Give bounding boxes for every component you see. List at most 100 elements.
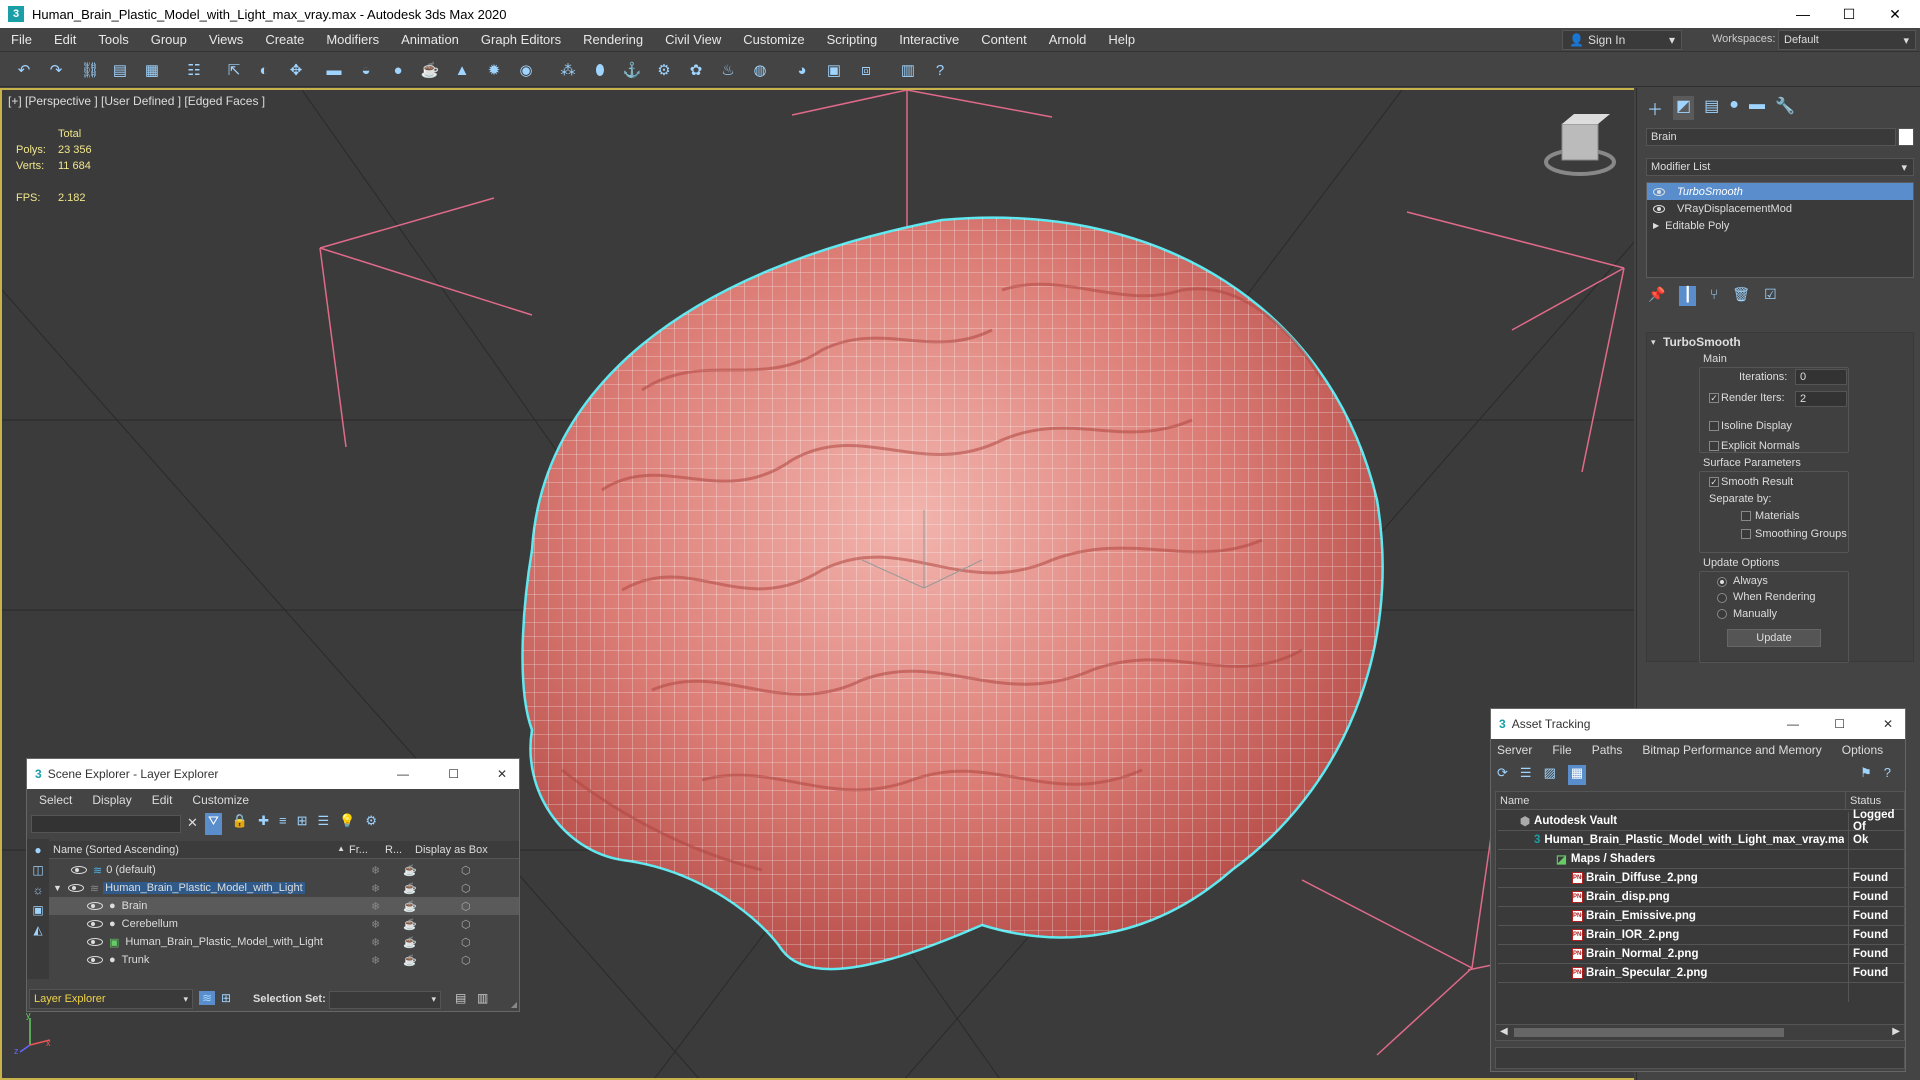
freeze-icon[interactable]: ❄ bbox=[371, 864, 380, 877]
asset-row[interactable]: 3 Human_Brain_Plastic_Model_with_Light_m… bbox=[1498, 830, 1906, 850]
sphere-icon[interactable]: ● bbox=[386, 58, 410, 82]
smoothing-groups-checkbox[interactable] bbox=[1741, 529, 1751, 539]
sort-cameras-icon[interactable]: ▣ bbox=[32, 903, 43, 917]
layers-mode-icon[interactable]: ≋ bbox=[199, 991, 216, 1005]
teapot-icon[interactable]: ☕ bbox=[418, 58, 442, 82]
menu-options[interactable]: Options bbox=[1832, 743, 1893, 757]
menu-modifiers[interactable]: Modifiers bbox=[315, 32, 390, 47]
sign-in-dropdown[interactable]: 👤 Sign In ▾ bbox=[1562, 30, 1682, 50]
fur-icon[interactable]: ✿ bbox=[684, 58, 708, 82]
menu-animation[interactable]: Animation bbox=[390, 32, 470, 47]
scene-explorer-titlebar[interactable]: 3 Scene Explorer - Layer Explorer — ☐ ✕ bbox=[27, 759, 519, 789]
undo-icon[interactable]: ↶ bbox=[12, 58, 36, 82]
add-to-layer-icon[interactable]: ≡ bbox=[279, 813, 287, 835]
thumbnail-view-icon[interactable]: ▨ bbox=[1544, 765, 1556, 785]
menu-interactive[interactable]: Interactive bbox=[888, 32, 970, 47]
select-object-icon[interactable]: ⇱ bbox=[222, 58, 246, 82]
asset-row[interactable]: PNG Brain_IOR_2.png Found bbox=[1498, 925, 1906, 945]
rollout-title[interactable]: TurboSmooth bbox=[1663, 335, 1741, 349]
filter-icon[interactable]: ⛛ bbox=[205, 813, 222, 835]
menu-customize[interactable]: Customize bbox=[182, 793, 259, 807]
bind-space-warp-icon[interactable]: ▦ bbox=[140, 58, 164, 82]
render-icon[interactable]: ☕ bbox=[403, 954, 417, 967]
menu-views[interactable]: Views bbox=[198, 32, 254, 47]
menu-edit[interactable]: Edit bbox=[43, 32, 87, 47]
menu-civil-view[interactable]: Civil View bbox=[654, 32, 732, 47]
eye-icon[interactable] bbox=[1653, 187, 1665, 196]
light-icon[interactable]: 💡 bbox=[339, 813, 355, 835]
hierarchy-tab-icon[interactable]: ▤ bbox=[1704, 96, 1719, 120]
resize-grip-icon[interactable]: ◢ bbox=[511, 1000, 517, 1009]
update-button[interactable]: Update bbox=[1727, 629, 1821, 647]
rollout-collapse-icon[interactable]: ▾ bbox=[1651, 337, 1656, 348]
minimize-button[interactable]: — bbox=[1780, 0, 1826, 28]
redo-icon[interactable]: ↷ bbox=[44, 58, 68, 82]
modify-tab-icon[interactable]: ◩ bbox=[1673, 96, 1695, 120]
box-icon[interactable]: ▬ bbox=[322, 58, 346, 82]
edit-selection-set-icon[interactable]: ▤ bbox=[455, 991, 466, 1005]
eye-icon[interactable] bbox=[87, 902, 103, 910]
menu-tools[interactable]: Tools bbox=[87, 32, 139, 47]
menu-paths[interactable]: Paths bbox=[1582, 743, 1633, 757]
name-column-header[interactable]: Name (Sorted Ascending) ▲ bbox=[49, 844, 349, 856]
close-button[interactable]: ✕ bbox=[1872, 0, 1918, 28]
workspaces-dropdown[interactable]: Default ▾ bbox=[1778, 30, 1916, 50]
horizontal-scrollbar[interactable]: ◀ ▶ bbox=[1496, 1024, 1904, 1040]
iterations-spinner[interactable]: 0 bbox=[1795, 369, 1847, 385]
selection-filter-icon[interactable]: ☷ bbox=[182, 58, 206, 82]
table-row[interactable]: ● Brain ❄ ☕ ⬡ bbox=[49, 897, 519, 915]
new-layer-icon[interactable]: ✚ bbox=[258, 813, 269, 835]
freeze-icon[interactable]: ❄ bbox=[371, 936, 380, 949]
remove-modifier-icon[interactable]: 🗑 bbox=[1732, 286, 1750, 306]
menu-edit[interactable]: Edit bbox=[142, 793, 183, 807]
asset-row[interactable]: PNG Brain_Normal_2.png Found bbox=[1498, 944, 1906, 964]
asset-row[interactable]: PNG Brain_disp.png Found bbox=[1498, 887, 1906, 907]
freeze-column-header[interactable]: Fr... bbox=[349, 844, 385, 856]
sort-helpers-icon[interactable]: ◭ bbox=[33, 923, 42, 937]
render-frame-icon[interactable]: ⧈ bbox=[854, 58, 878, 82]
when-rendering-radio[interactable] bbox=[1717, 593, 1727, 603]
menu-file[interactable]: File bbox=[0, 32, 43, 47]
eye-icon[interactable] bbox=[1653, 204, 1665, 213]
render-icon[interactable]: ☕ bbox=[403, 936, 417, 949]
modifier-turbosmooth[interactable]: TurboSmooth bbox=[1647, 183, 1913, 200]
configure-sets-icon[interactable]: ☑ bbox=[1764, 286, 1777, 306]
scene-search-input[interactable] bbox=[31, 815, 181, 833]
settings-icon[interactable]: ⚙ bbox=[365, 813, 377, 835]
box-column-header[interactable]: Display as Box bbox=[415, 844, 505, 856]
unlink-icon[interactable]: ▤ bbox=[108, 58, 132, 82]
pin-stack-icon[interactable]: 📌 bbox=[1648, 286, 1665, 306]
menu-scripting[interactable]: Scripting bbox=[816, 32, 889, 47]
gear-icon[interactable]: ⚙ bbox=[652, 58, 676, 82]
create-tab-icon[interactable]: ＋ bbox=[1647, 96, 1663, 120]
hierarchy-mode-icon[interactable]: ⊞ bbox=[221, 991, 231, 1005]
box-icon[interactable]: ⬡ bbox=[461, 954, 471, 967]
asset-path-field[interactable] bbox=[1495, 1047, 1905, 1069]
expand-triangle-icon[interactable]: ▶ bbox=[1653, 221, 1659, 230]
select-by-name-icon[interactable]: ◐ bbox=[252, 58, 276, 82]
select-move-icon[interactable]: ✥ bbox=[284, 58, 308, 82]
status-column-header[interactable]: Status bbox=[1846, 795, 1881, 807]
explicit-normals-checkbox[interactable] bbox=[1709, 441, 1719, 451]
freeze-icon[interactable]: ❄ bbox=[371, 900, 380, 913]
modifier-editable-poly[interactable]: ▶ Editable Poly bbox=[1647, 217, 1913, 234]
menu-server[interactable]: Server bbox=[1491, 743, 1542, 757]
freeze-icon[interactable]: ❄ bbox=[371, 954, 380, 967]
scrollbar-thumb[interactable] bbox=[1514, 1028, 1784, 1037]
vault-help-icon[interactable]: ⚑ bbox=[1860, 765, 1872, 785]
render-icon[interactable]: ☕ bbox=[403, 864, 417, 877]
brain-model[interactable] bbox=[521, 216, 1384, 971]
menu-select[interactable]: Select bbox=[27, 793, 82, 807]
minimize-button[interactable]: — bbox=[1787, 717, 1799, 731]
sun-icon[interactable]: ✹ bbox=[482, 58, 506, 82]
table-row[interactable]: ▣ Human_Brain_Plastic_Model_with_Light ❄… bbox=[49, 933, 519, 951]
menu-graph-editors[interactable]: Graph Editors bbox=[470, 32, 572, 47]
asset-row[interactable]: ◪ Maps / Shaders bbox=[1498, 849, 1906, 869]
render-iters-checkbox[interactable]: ✓ bbox=[1709, 393, 1719, 403]
light-sphere-icon[interactable]: ◉ bbox=[514, 58, 538, 82]
menu-display[interactable]: Display bbox=[82, 793, 141, 807]
table-row[interactable]: ● Cerebellum ❄ ☕ ⬡ bbox=[49, 915, 519, 933]
box-icon[interactable]: ⬡ bbox=[461, 936, 471, 949]
motion-tab-icon[interactable]: ● bbox=[1729, 96, 1739, 120]
eye-icon[interactable] bbox=[71, 866, 87, 874]
